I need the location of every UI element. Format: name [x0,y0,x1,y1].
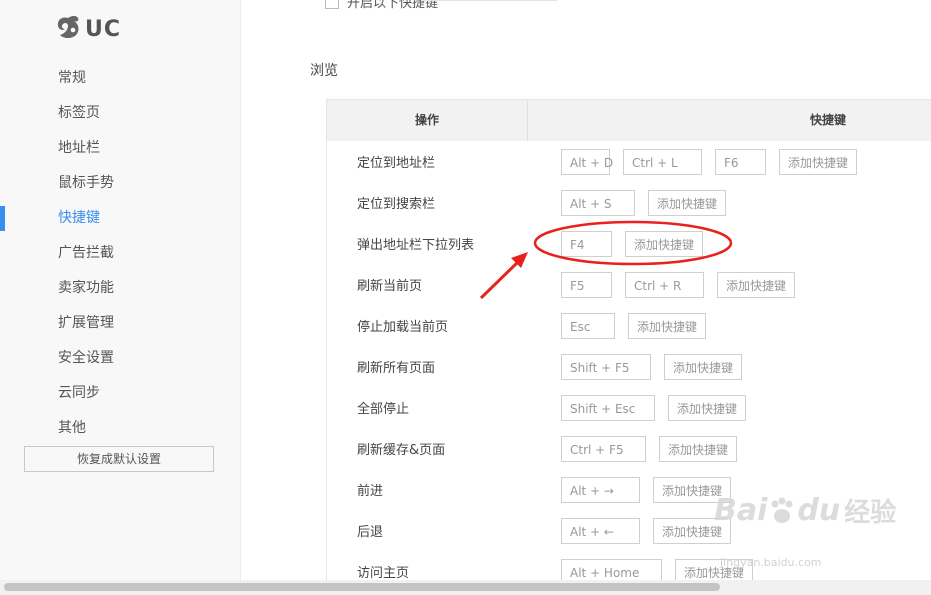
shortcut-key-field[interactable]: Ctrl + L [623,148,702,175]
logo-text: UC [85,16,122,42]
operation-label: 停止加载当前页 [357,320,449,335]
horizontal-scrollbar[interactable] [0,580,931,595]
shortcut-key-field[interactable]: Shift + F5 [561,353,651,380]
sidebar-item-shortcuts[interactable]: 快捷键 [0,201,240,236]
sidebar-item-extensions[interactable]: 扩展管理 [0,306,240,341]
uc-squirrel-icon [57,15,79,38]
enable-shortcuts-toggle[interactable]: 开启以下快捷键 [325,0,438,11]
sidebar-item-ad-block[interactable]: 广告拦截 [0,236,240,271]
watermark-url: jingyan.baidu.com [720,556,822,569]
shortcut-key-field[interactable]: Ctrl + R [625,271,704,298]
add-shortcut-button[interactable]: 添加快捷键 [628,312,707,339]
shortcut-key-field[interactable]: F5 [561,271,612,298]
operation-label: 刷新当前页 [357,279,423,294]
add-shortcut-button[interactable]: 添加快捷键 [779,148,858,175]
sidebar-item-other[interactable]: 其他 [0,411,240,446]
operation-label: 定位到搜索栏 [357,197,436,212]
table-row: 刷新缓存&页面 Ctrl + F5 添加快捷键 [327,428,931,469]
operation-label: 全部停止 [357,402,410,417]
add-shortcut-button[interactable]: 添加快捷键 [625,230,704,257]
add-shortcut-button[interactable]: 添加快捷键 [648,189,727,216]
column-header-shortcut: 快捷键 [810,113,847,127]
sidebar-item-address-bar[interactable]: 地址栏 [0,131,240,166]
shortcut-key-field[interactable]: Alt + S [561,189,635,216]
operation-label: 定位到地址栏 [357,156,436,171]
enable-shortcuts-label: 开启以下快捷键 [347,0,439,11]
table-header: 操作 快捷键 [327,100,931,141]
shortcut-key-field[interactable]: Esc [561,312,615,339]
shortcut-key-field[interactable]: Alt + ← [561,517,640,544]
shortcut-key-field[interactable]: Alt + Home [561,558,662,580]
column-header-operation: 操作 [327,100,528,141]
watermark-cn: 经验 [844,498,897,528]
shortcut-key-field[interactable]: Alt + → [561,476,640,503]
table-row: 全部停止 Shift + Esc 添加快捷键 [327,387,931,428]
watermark-brand-suffix: du [797,493,841,528]
sidebar-item-mouse-gestures[interactable]: 鼠标手势 [0,166,240,201]
watermark-brand: Bai [714,493,768,528]
reset-defaults-button[interactable]: 恢复成默认设置 [24,446,214,472]
table-row: 停止加载当前页 Esc 添加快捷键 [327,305,931,346]
operation-label: 刷新缓存&页面 [357,443,446,458]
uc-logo: UC [54,14,121,44]
add-shortcut-button[interactable]: 添加快捷键 [717,271,796,298]
section-title-browse: 浏览 [310,63,338,79]
settings-nav: 常规 标签页 地址栏 鼠标手势 快捷键 广告拦截 卖家功能 扩展管理 安全设置 … [0,61,240,446]
shortcut-key-field[interactable]: F6 [715,148,766,175]
sidebar: UC 常规 标签页 地址栏 鼠标手势 快捷键 广告拦截 卖家功能 扩展管理 安全… [0,0,241,580]
baidu-watermark: Bai du 经验 [714,492,896,529]
shortcut-key-field[interactable]: Shift + Esc [561,394,655,421]
divider [421,0,557,1]
add-shortcut-button[interactable]: 添加快捷键 [668,394,747,421]
table-row: 定位到地址栏 Alt + D Ctrl + L F6 添加快捷键 [327,141,931,182]
scrollbar-thumb[interactable] [4,583,720,591]
add-shortcut-button[interactable]: 添加快捷键 [659,435,738,462]
shortcut-key-field[interactable]: Alt + D [561,148,613,175]
table-row: 访问主页 Alt + Home 添加快捷键 [327,551,931,580]
operation-label: 弹出地址栏下拉列表 [357,238,475,253]
add-shortcut-button[interactable]: 添加快捷键 [664,353,743,380]
table-row: 刷新所有页面 Shift + F5 添加快捷键 [327,346,931,387]
table-row: 弹出地址栏下拉列表 F4 添加快捷键 [327,223,931,264]
sidebar-item-cloud-sync[interactable]: 云同步 [0,376,240,411]
operation-label: 刷新所有页面 [357,361,436,376]
operation-label: 访问主页 [357,566,410,580]
shortcut-key-field[interactable]: F4 [561,230,612,257]
paw-icon [771,497,793,523]
table-row: 定位到搜索栏 Alt + S 添加快捷键 [327,182,931,223]
operation-label: 前进 [357,484,384,499]
table-row: 刷新当前页 F5 Ctrl + R 添加快捷键 [327,264,931,305]
operation-label: 后退 [357,525,384,540]
sidebar-item-seller[interactable]: 卖家功能 [0,271,240,306]
sidebar-item-tabs[interactable]: 标签页 [0,96,240,131]
shortcut-key-field[interactable]: Ctrl + F5 [561,435,646,462]
sidebar-item-general[interactable]: 常规 [0,61,240,96]
enable-shortcuts-checkbox[interactable] [325,0,339,9]
sidebar-item-security[interactable]: 安全设置 [0,341,240,376]
